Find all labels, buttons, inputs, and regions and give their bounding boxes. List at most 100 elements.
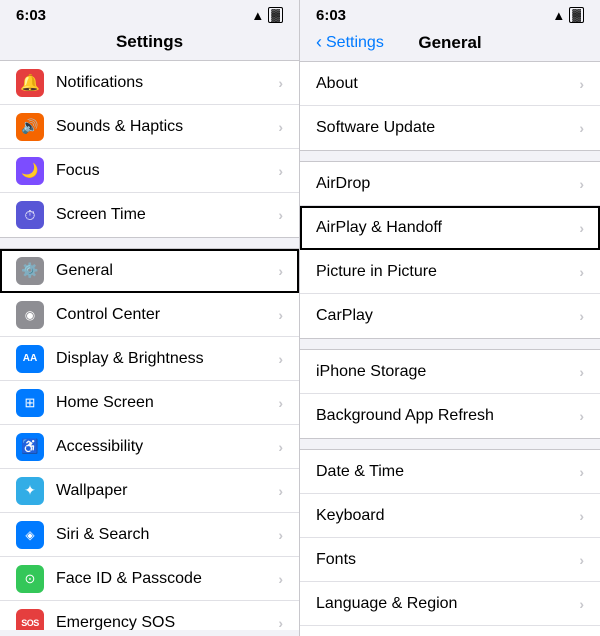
right-panel: 6:03 ▲ ▓ ‹ Settings General About › Soft… xyxy=(300,0,600,636)
software-update-label: Software Update xyxy=(316,119,579,137)
control-center-chevron: › xyxy=(278,307,283,323)
right-item-language-region[interactable]: Language & Region › xyxy=(300,582,600,626)
sounds-label: Sounds & Haptics xyxy=(56,118,278,136)
emergency-label: Emergency SOS xyxy=(56,614,278,631)
right-item-background-refresh[interactable]: Background App Refresh › xyxy=(300,394,600,438)
home-screen-label: Home Screen xyxy=(56,394,278,412)
display-chevron: › xyxy=(278,351,283,367)
right-item-carplay[interactable]: CarPlay › xyxy=(300,294,600,338)
sidebar-item-sounds[interactable]: 🔊 Sounds & Haptics › xyxy=(0,105,299,149)
right-gap-1 xyxy=(300,151,600,161)
sidebar-item-wallpaper[interactable]: ✦ Wallpaper › xyxy=(0,469,299,513)
background-refresh-label: Background App Refresh xyxy=(316,407,579,425)
language-region-label: Language & Region xyxy=(316,595,579,613)
sounds-chevron: › xyxy=(278,119,283,135)
right-time: 6:03 xyxy=(316,7,346,24)
right-settings-list[interactable]: About › Software Update › AirDrop › AirP… xyxy=(300,61,600,636)
sidebar-item-focus[interactable]: 🌙 Focus › xyxy=(0,149,299,193)
screen-time-icon: ⏱ xyxy=(16,201,44,229)
software-update-chevron: › xyxy=(579,120,584,136)
right-section-2: AirDrop › AirPlay & Handoff › Picture in… xyxy=(300,161,600,339)
siri-label: Siri & Search xyxy=(56,526,278,544)
back-chevron-icon: ‹ xyxy=(316,32,322,53)
sounds-icon: 🔊 xyxy=(16,113,44,141)
sidebar-item-emergency[interactable]: SOS Emergency SOS › xyxy=(0,601,299,630)
right-battery-icon: ▓ xyxy=(569,7,584,23)
carplay-chevron: › xyxy=(579,308,584,324)
fonts-chevron: › xyxy=(579,552,584,568)
control-center-icon: ◉ xyxy=(16,301,44,329)
right-item-iphone-storage[interactable]: iPhone Storage › xyxy=(300,350,600,394)
fonts-label: Fonts xyxy=(316,551,579,569)
keyboard-label: Keyboard xyxy=(316,507,579,525)
right-status-icons: ▲ ▓ xyxy=(552,7,584,23)
right-item-fonts[interactable]: Fonts › xyxy=(300,538,600,582)
display-icon: AA xyxy=(16,345,44,373)
right-nav-header: ‹ Settings General xyxy=(300,28,600,61)
right-item-about[interactable]: About › xyxy=(300,62,600,106)
date-time-label: Date & Time xyxy=(316,463,579,481)
sidebar-item-siri[interactable]: ◈ Siri & Search › xyxy=(0,513,299,557)
wallpaper-chevron: › xyxy=(278,483,283,499)
accessibility-chevron: › xyxy=(278,439,283,455)
left-settings-list[interactable]: 🔔 Notifications › 🔊 Sounds & Haptics › 🌙… xyxy=(0,60,299,630)
general-chevron: › xyxy=(278,263,283,279)
carplay-label: CarPlay xyxy=(316,307,579,325)
right-title: General xyxy=(418,33,481,53)
right-item-picture-in-picture[interactable]: Picture in Picture › xyxy=(300,250,600,294)
sidebar-item-notifications[interactable]: 🔔 Notifications › xyxy=(0,61,299,105)
right-item-keyboard[interactable]: Keyboard › xyxy=(300,494,600,538)
sidebar-item-screen-time[interactable]: ⏱ Screen Time › xyxy=(0,193,299,237)
right-section-3: iPhone Storage › Background App Refresh … xyxy=(300,349,600,439)
right-gap-2 xyxy=(300,339,600,349)
right-gap-3 xyxy=(300,439,600,449)
back-button[interactable]: ‹ Settings xyxy=(316,32,384,53)
sidebar-item-general[interactable]: ⚙️ General › xyxy=(0,249,299,293)
battery-icon: ▓ xyxy=(268,7,283,23)
keyboard-chevron: › xyxy=(579,508,584,524)
left-scroll-bar-area xyxy=(0,630,299,636)
right-item-airdrop[interactable]: AirDrop › xyxy=(300,162,600,206)
accessibility-label: Accessibility xyxy=(56,438,278,456)
sidebar-item-control-center[interactable]: ◉ Control Center › xyxy=(0,293,299,337)
emergency-icon: SOS xyxy=(16,609,44,631)
right-wifi-icon: ▲ xyxy=(552,8,565,23)
right-item-software-update[interactable]: Software Update › xyxy=(300,106,600,150)
faceid-label: Face ID & Passcode xyxy=(56,570,278,588)
right-item-dictionary[interactable]: Dictionary › xyxy=(300,626,600,636)
emergency-chevron: › xyxy=(278,615,283,631)
left-section-1: 🔔 Notifications › 🔊 Sounds & Haptics › 🌙… xyxy=(0,60,299,238)
focus-chevron: › xyxy=(278,163,283,179)
accessibility-icon: ♿ xyxy=(16,433,44,461)
left-section-2: ⚙️ General › ◉ Control Center › AA Displ… xyxy=(0,248,299,630)
date-time-chevron: › xyxy=(579,464,584,480)
right-item-date-time[interactable]: Date & Time › xyxy=(300,450,600,494)
pip-label: Picture in Picture xyxy=(316,263,579,281)
wallpaper-icon: ✦ xyxy=(16,477,44,505)
right-section-1: About › Software Update › xyxy=(300,61,600,151)
right-status-bar: 6:03 ▲ ▓ xyxy=(300,0,600,28)
focus-label: Focus xyxy=(56,162,278,180)
wallpaper-label: Wallpaper xyxy=(56,482,278,500)
language-region-chevron: › xyxy=(579,596,584,612)
sidebar-item-accessibility[interactable]: ♿ Accessibility › xyxy=(0,425,299,469)
airdrop-label: AirDrop xyxy=(316,175,579,193)
sidebar-item-faceid[interactable]: ⊙ Face ID & Passcode › xyxy=(0,557,299,601)
display-label: Display & Brightness xyxy=(56,350,278,368)
home-screen-icon: ⊞ xyxy=(16,389,44,417)
control-center-label: Control Center xyxy=(56,306,278,324)
siri-chevron: › xyxy=(278,527,283,543)
wifi-icon: ▲ xyxy=(251,8,264,23)
left-status-icons: ▲ ▓ xyxy=(251,7,283,23)
sidebar-item-display[interactable]: AA Display & Brightness › xyxy=(0,337,299,381)
sidebar-item-home-screen[interactable]: ⊞ Home Screen › xyxy=(0,381,299,425)
airdrop-chevron: › xyxy=(579,176,584,192)
iphone-storage-label: iPhone Storage xyxy=(316,363,579,381)
left-title: Settings xyxy=(116,32,183,51)
focus-icon: 🌙 xyxy=(16,157,44,185)
notifications-chevron: › xyxy=(278,75,283,91)
left-nav-header: Settings xyxy=(0,28,299,60)
right-item-airplay-handoff[interactable]: AirPlay & Handoff › xyxy=(300,206,600,250)
left-panel: 6:03 ▲ ▓ Settings 🔔 Notifications › 🔊 So… xyxy=(0,0,300,636)
general-icon: ⚙️ xyxy=(16,257,44,285)
